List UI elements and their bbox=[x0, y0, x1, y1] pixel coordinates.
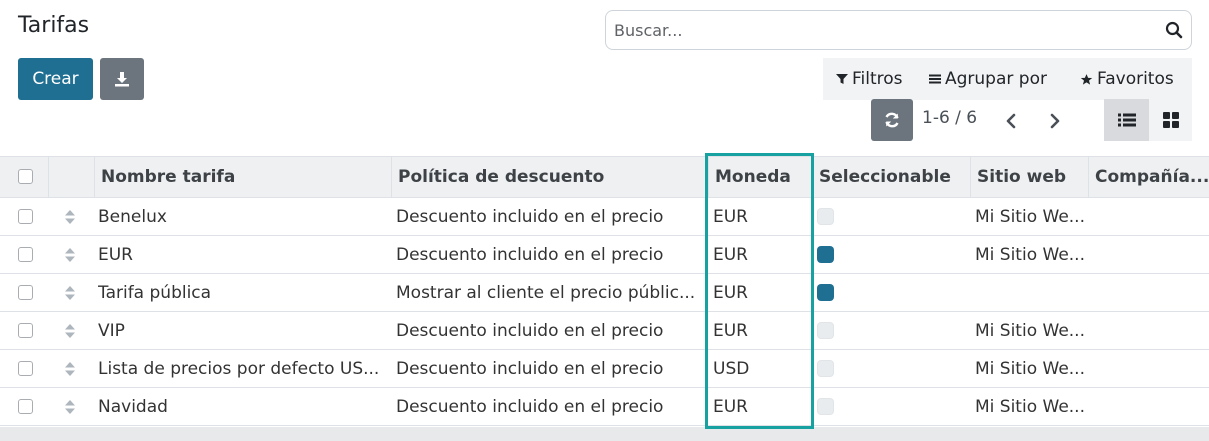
cell-name: Lista de precios por defecto US... bbox=[98, 359, 380, 379]
pager-value[interactable]: 1-6 / 6 bbox=[922, 108, 977, 128]
drag-handle-icon[interactable] bbox=[64, 247, 76, 263]
cell-website: Mi Sitio We... bbox=[975, 245, 1085, 265]
page-title: Tarifas bbox=[18, 13, 90, 38]
cell-currency: EUR bbox=[713, 321, 748, 341]
cell-currency: EUR bbox=[713, 397, 748, 417]
pager-next-button[interactable] bbox=[1042, 108, 1068, 134]
header-website[interactable]: Sitio web bbox=[970, 157, 1088, 198]
cell-discount-policy: Descuento incluido en el precio bbox=[396, 321, 664, 341]
table-row[interactable]: EUR Descuento incluido en el precio EUR Mi … bbox=[0, 236, 1209, 274]
cell-name: Navidad bbox=[98, 397, 168, 417]
search-icon[interactable] bbox=[1165, 21, 1183, 39]
pager-previous-button[interactable] bbox=[998, 108, 1024, 134]
cell-currency: EUR bbox=[713, 283, 748, 303]
create-button[interactable]: Crear bbox=[18, 58, 93, 100]
cell-discount-policy: Descuento incluido en el precio bbox=[396, 359, 664, 379]
table-row[interactable]: Navidad Descuento incluido en el precio EU… bbox=[0, 388, 1209, 426]
cell-currency: EUR bbox=[713, 245, 748, 265]
kanban-view-button[interactable] bbox=[1149, 99, 1192, 141]
header-name[interactable]: Nombre tarifa bbox=[94, 157, 391, 198]
row-checkbox[interactable] bbox=[18, 323, 33, 338]
group-by-icon bbox=[929, 74, 941, 84]
header-selectable[interactable]: Seleccionable bbox=[812, 157, 970, 198]
cell-website: Mi Sitio We... bbox=[975, 359, 1085, 379]
header-company[interactable]: Compañía... bbox=[1088, 157, 1209, 198]
filters-toggle[interactable]: Filtros bbox=[836, 58, 903, 100]
list-view-icon bbox=[1117, 113, 1136, 127]
chevron-left-icon bbox=[1006, 113, 1016, 129]
table-row[interactable]: Tarifa pública Mostrar al cliente el prec… bbox=[0, 274, 1209, 312]
header-discount-policy[interactable]: Política de descuento bbox=[391, 157, 708, 198]
favorites-toggle[interactable]: Favoritos bbox=[1080, 58, 1174, 100]
cell-name: VIP bbox=[98, 321, 125, 341]
table-row[interactable]: Benelux Descuento incluido en el precio EU… bbox=[0, 198, 1209, 236]
row-checkbox[interactable] bbox=[18, 247, 33, 262]
cell-discount-policy: Descuento incluido en el precio bbox=[396, 397, 664, 417]
cell-discount-policy: Mostrar al cliente el precio públic... bbox=[396, 283, 696, 303]
selectable-checkbox[interactable] bbox=[817, 322, 834, 339]
group-by-toggle[interactable]: Agrupar por bbox=[929, 58, 1047, 100]
cell-name: EUR bbox=[98, 245, 133, 265]
table-row[interactable]: VIP Descuento incluido en el precio EUR Mi … bbox=[0, 312, 1209, 350]
drag-handle-icon[interactable] bbox=[64, 285, 76, 301]
cell-discount-policy: Descuento incluido en el precio bbox=[396, 245, 664, 265]
selectable-checkbox[interactable] bbox=[817, 208, 834, 225]
cell-currency: USD bbox=[713, 359, 750, 379]
cell-website: Mi Sitio We... bbox=[975, 321, 1085, 341]
filter-icon bbox=[836, 74, 848, 84]
star-icon bbox=[1080, 73, 1093, 85]
refresh-button[interactable] bbox=[871, 99, 913, 141]
drag-handle-icon[interactable] bbox=[64, 209, 76, 225]
download-icon bbox=[115, 72, 129, 87]
search-input[interactable] bbox=[614, 18, 1154, 42]
select-all-checkbox[interactable] bbox=[18, 169, 33, 184]
drag-handle-icon[interactable] bbox=[64, 399, 76, 415]
selectable-checkbox[interactable] bbox=[817, 360, 834, 377]
selectable-checkbox[interactable] bbox=[817, 398, 834, 415]
table-header: Nombre tarifa Política de descuento Mone… bbox=[0, 156, 1209, 198]
table-row[interactable]: Lista de precios por defecto US... Descue… bbox=[0, 350, 1209, 388]
filters-label: Filtros bbox=[852, 69, 903, 89]
favorites-label: Favoritos bbox=[1097, 69, 1174, 89]
cell-discount-policy: Descuento incluido en el precio bbox=[396, 207, 664, 227]
header-currency[interactable]: Moneda bbox=[708, 157, 812, 198]
list-view-button[interactable] bbox=[1104, 99, 1149, 141]
table-footer bbox=[0, 427, 1209, 441]
cell-currency: EUR bbox=[713, 207, 748, 227]
search-options-bar: Filtros Agrupar por Favoritos bbox=[823, 58, 1192, 100]
refresh-icon bbox=[885, 112, 899, 128]
download-button[interactable] bbox=[100, 58, 144, 100]
group-by-label: Agrupar por bbox=[945, 69, 1047, 89]
drag-handle-icon[interactable] bbox=[64, 361, 76, 377]
chevron-right-icon bbox=[1050, 113, 1060, 129]
cell-name: Tarifa pública bbox=[98, 283, 212, 303]
drag-handle-icon[interactable] bbox=[64, 323, 76, 339]
selectable-checkbox[interactable] bbox=[817, 246, 834, 263]
header-handle bbox=[48, 157, 94, 198]
row-checkbox[interactable] bbox=[18, 399, 33, 414]
cell-website bbox=[975, 274, 1085, 312]
row-checkbox[interactable] bbox=[18, 285, 33, 300]
cell-website: Mi Sitio We... bbox=[975, 397, 1085, 417]
cell-name: Benelux bbox=[98, 207, 167, 227]
cell-website: Mi Sitio We... bbox=[975, 207, 1085, 227]
selectable-checkbox[interactable] bbox=[817, 284, 834, 301]
row-checkbox[interactable] bbox=[18, 361, 33, 376]
row-checkbox[interactable] bbox=[18, 209, 33, 224]
search-bar[interactable] bbox=[605, 10, 1192, 50]
kanban-view-icon bbox=[1162, 112, 1179, 128]
